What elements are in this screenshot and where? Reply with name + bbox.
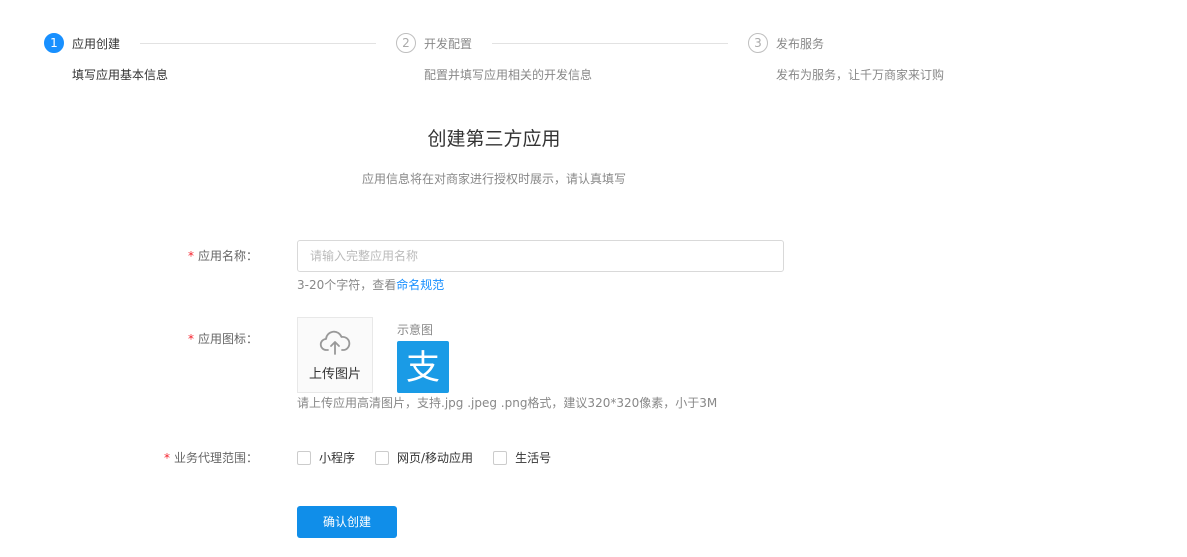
app-name-input[interactable] xyxy=(297,240,784,272)
required-mark: * xyxy=(187,332,194,346)
step-connector xyxy=(140,42,377,44)
upload-image-label: 上传图片 xyxy=(308,366,361,382)
business-scope-label: * 业务代理范围： xyxy=(0,449,258,466)
step-1-desc: 填写应用基本信息 xyxy=(72,68,169,82)
scope-option-web-mobile[interactable]: 网页/移动应用 xyxy=(375,449,473,466)
svg-text:支: 支 xyxy=(406,348,440,388)
step-connector xyxy=(492,42,729,44)
step-1-title: 应用创建 xyxy=(72,36,121,51)
app-name-hint: 3-20个字符，查看命名规范 xyxy=(297,276,444,293)
business-scope-options: 小程序 网页/移动应用 生活号 xyxy=(297,449,571,466)
scope-option-lifestyle-account[interactable]: 生活号 xyxy=(493,449,551,466)
scope-option-label: 小程序 xyxy=(319,451,356,465)
checkbox[interactable] xyxy=(375,450,390,465)
step-3-title: 发布服务 xyxy=(776,36,825,51)
scope-option-label: 生活号 xyxy=(515,451,552,465)
naming-rules-link[interactable]: 命名规范 xyxy=(396,278,444,292)
create-app-page: 1 应用创建 填写应用基本信息 2 开发配置 配置并填写应用相关的开发信息 3 … xyxy=(0,0,1187,557)
step-2-title: 开发配置 xyxy=(424,36,473,51)
step-3-desc: 发布为服务，让千万商家来订购 xyxy=(776,68,945,82)
sample-label: 示意图 xyxy=(397,323,434,337)
app-icon-hint: 请上传应用高清图片，支持.jpg .jpeg .png格式，建议320*320像… xyxy=(297,396,718,410)
app-name-label: * 应用名称： xyxy=(0,247,258,264)
step-3-number: 3 xyxy=(748,33,768,53)
business-scope-label-text: 业务代理范围： xyxy=(173,451,258,465)
page-subtitle: 应用信息将在对商家进行授权时展示，请认真填写 xyxy=(361,172,626,186)
step-2-number: 2 xyxy=(396,33,416,53)
checkbox[interactable] xyxy=(493,450,508,465)
confirm-create-button[interactable]: 确认创建 xyxy=(297,506,397,538)
step-1: 1 应用创建 填写应用基本信息 xyxy=(44,33,377,82)
step-1-number: 1 xyxy=(44,33,64,53)
app-name-hint-text: 3-20个字符，查看 xyxy=(297,278,397,292)
alipay-logo-glyph: 支 xyxy=(406,348,440,388)
checkbox[interactable] xyxy=(297,450,311,465)
required-mark: * xyxy=(163,451,170,465)
required-mark: * xyxy=(187,249,194,263)
scope-option-mini-program[interactable]: 小程序 xyxy=(297,449,355,466)
step-2: 2 开发配置 配置并填写应用相关的开发信息 xyxy=(396,33,729,82)
app-icon-label: * 应用图标： xyxy=(0,330,258,347)
step-3: 3 发布服务 发布为服务，让千万商家来订购 xyxy=(748,33,944,82)
step-2-desc: 配置并填写应用相关的开发信息 xyxy=(424,68,593,82)
alipay-logo-icon: 支 xyxy=(397,341,449,393)
upload-image-button[interactable]: 上传图片 xyxy=(297,317,373,393)
scope-option-label: 网页/移动应用 xyxy=(397,451,474,465)
app-name-label-text: 应用名称： xyxy=(197,249,258,263)
app-icon-label-text: 应用图标： xyxy=(197,332,258,346)
cloud-upload-icon xyxy=(319,330,351,355)
page-title: 创建第三方应用 xyxy=(427,128,561,150)
